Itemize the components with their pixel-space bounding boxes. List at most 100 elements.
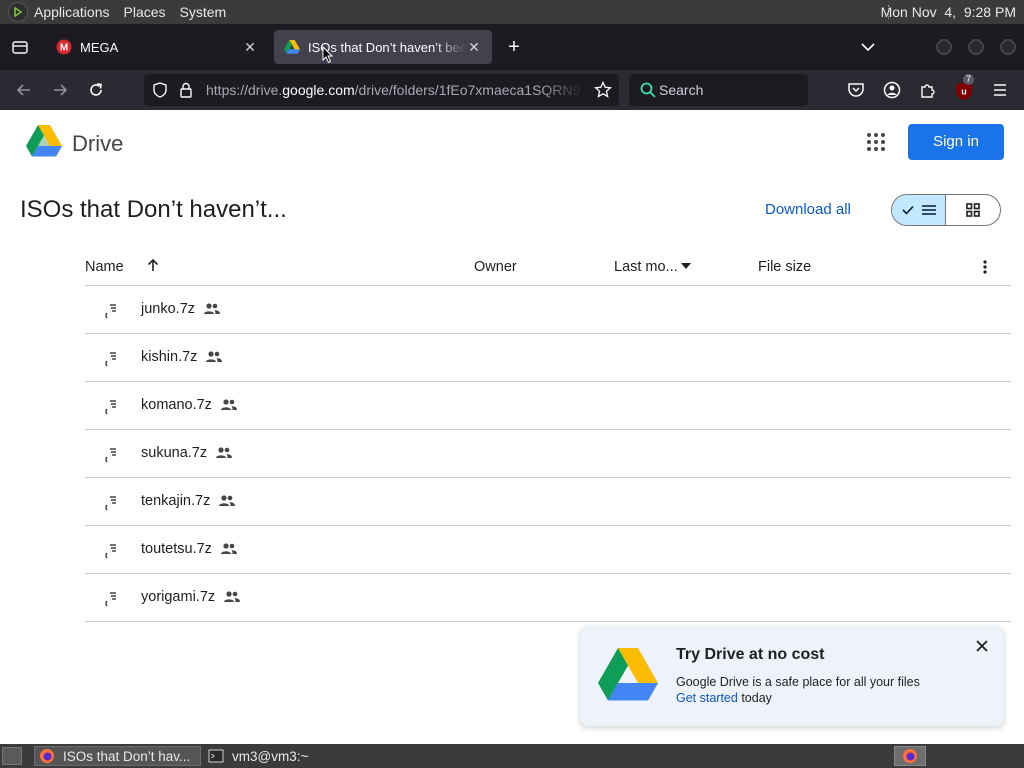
extension-badge: 7 bbox=[963, 74, 975, 85]
distro-logo-icon[interactable] bbox=[8, 2, 28, 22]
close-icon[interactable] bbox=[975, 639, 989, 653]
new-tab-button[interactable]: + bbox=[502, 35, 526, 59]
show-desktop-button[interactable] bbox=[2, 747, 22, 765]
forward-button[interactable] bbox=[48, 78, 72, 102]
plus-icon: + bbox=[508, 36, 520, 58]
navigation-bar: https://drive.google.com/drive/folders/1… bbox=[0, 70, 1024, 110]
tracking-protection-shield-icon[interactable] bbox=[152, 82, 168, 98]
taskbar-item-firefox[interactable]: ISOs that Don’t hav... bbox=[34, 746, 201, 766]
search-bar[interactable]: Search bbox=[629, 74, 808, 106]
promo-link-suffix: today bbox=[737, 691, 772, 705]
shared-people-icon bbox=[221, 399, 237, 410]
tab-list-icon bbox=[12, 41, 28, 54]
page-content: Drive Sign in ISOs that Don’t haven’t...… bbox=[0, 110, 1024, 744]
archive-file-icon bbox=[105, 352, 116, 367]
taskbar-item-label: ISOs that Don’t hav... bbox=[63, 748, 191, 764]
sign-in-button[interactable]: Sign in bbox=[908, 124, 1004, 160]
top-panel: Applications Places System Mon Nov 4, 9:… bbox=[0, 0, 1024, 24]
file-name: junko.7z bbox=[141, 301, 196, 317]
maximize-window-button[interactable] bbox=[968, 39, 984, 55]
grid-view-button[interactable] bbox=[946, 195, 1000, 225]
reload-button[interactable] bbox=[84, 78, 108, 102]
sort-ascending-arrow-icon[interactable] bbox=[145, 257, 161, 273]
applications-menu[interactable]: Applications bbox=[34, 4, 110, 20]
shared-people-icon bbox=[221, 543, 237, 554]
clock[interactable]: Mon Nov 4, 9:28 PM bbox=[881, 4, 1016, 20]
file-row[interactable]: toutetsu.7z bbox=[85, 526, 1011, 574]
try-drive-promo: Try Drive at no cost Google Drive is a s… bbox=[580, 626, 1004, 726]
promo-description: Google Drive is a safe place for all you… bbox=[676, 675, 920, 689]
bookmark-star-icon[interactable] bbox=[594, 81, 612, 99]
google-drive-logo-icon[interactable] bbox=[26, 125, 62, 158]
file-row[interactable]: tenkajin.7z bbox=[85, 478, 1011, 526]
archive-file-icon bbox=[105, 304, 116, 319]
list-view-button[interactable] bbox=[892, 195, 947, 225]
archive-file-icon bbox=[105, 448, 116, 463]
back-button[interactable] bbox=[12, 78, 36, 102]
forward-arrow-icon bbox=[54, 84, 68, 96]
chevron-down-icon[interactable] bbox=[858, 37, 878, 57]
download-all-button[interactable]: Download all bbox=[765, 201, 851, 218]
url-text[interactable]: https://drive.google.com/drive/folders/1… bbox=[206, 82, 584, 98]
hamburger-menu-icon[interactable] bbox=[990, 80, 1010, 100]
minimize-window-button[interactable] bbox=[936, 39, 952, 55]
file-name: komano.7z bbox=[141, 397, 212, 413]
ublock-origin-extension[interactable]: u 7 bbox=[953, 74, 977, 102]
places-menu[interactable]: Places bbox=[124, 4, 166, 20]
google-drive-icon bbox=[284, 40, 300, 54]
drive-product-name[interactable]: Drive bbox=[72, 131, 123, 157]
archive-file-icon bbox=[105, 400, 116, 415]
file-name: kishin.7z bbox=[141, 349, 198, 365]
workspace-switcher[interactable] bbox=[894, 746, 926, 766]
drive-header: Drive Sign in bbox=[0, 110, 1024, 174]
archive-file-icon bbox=[105, 592, 116, 607]
url-domain: google.com bbox=[282, 82, 355, 98]
tab-drive[interactable]: ISOs that Don’t haven’t bee ✕ bbox=[274, 30, 492, 64]
google-apps-grid-icon[interactable] bbox=[866, 132, 886, 152]
firefox-icon bbox=[903, 749, 917, 763]
lock-icon[interactable] bbox=[179, 82, 193, 98]
tab-strip: M MEGA ✕ ISOs that Don’t haven’t bee ✕ + bbox=[0, 24, 1024, 70]
system-menu[interactable]: System bbox=[180, 4, 227, 20]
close-window-button[interactable] bbox=[1000, 39, 1016, 55]
tab-list-button[interactable] bbox=[0, 24, 40, 70]
taskbar: ISOs that Don’t hav... vm3@vm3:~ bbox=[0, 744, 1024, 768]
firefox-icon bbox=[40, 749, 54, 763]
account-icon[interactable] bbox=[882, 80, 902, 100]
file-name: sukuna.7z bbox=[141, 445, 208, 461]
url-prefix: https://drive. bbox=[206, 82, 283, 98]
shared-people-icon bbox=[204, 303, 220, 314]
file-list-header: Name Owner Last mo... File size bbox=[85, 248, 1011, 286]
search-engine-icon bbox=[640, 82, 656, 98]
get-started-link[interactable]: Get started bbox=[676, 691, 738, 705]
close-tab-icon[interactable]: ✕ bbox=[242, 39, 258, 55]
pocket-icon[interactable] bbox=[846, 80, 866, 100]
column-last-modified[interactable]: Last mo... bbox=[614, 259, 678, 275]
mouse-cursor-icon bbox=[322, 46, 334, 64]
close-tab-icon[interactable]: ✕ bbox=[466, 39, 482, 55]
file-name: tenkajin.7z bbox=[141, 493, 211, 509]
more-vertical-icon[interactable] bbox=[979, 259, 991, 275]
caret-down-icon[interactable] bbox=[681, 263, 691, 269]
view-toggle bbox=[891, 194, 1001, 226]
search-placeholder: Search bbox=[659, 82, 704, 98]
file-row[interactable]: kishin.7z bbox=[85, 334, 1011, 382]
column-file-size[interactable]: File size bbox=[758, 259, 811, 275]
tab-mega[interactable]: M MEGA ✕ bbox=[46, 30, 268, 64]
shared-people-icon bbox=[206, 351, 222, 362]
file-name: yorigami.7z bbox=[141, 589, 216, 605]
extensions-puzzle-icon[interactable] bbox=[918, 80, 938, 100]
taskbar-item-terminal[interactable]: vm3@vm3:~ bbox=[204, 746, 334, 766]
file-row[interactable]: junko.7z bbox=[85, 286, 1011, 334]
shared-people-icon bbox=[224, 591, 240, 602]
column-name[interactable]: Name bbox=[85, 259, 124, 275]
file-name: toutetsu.7z bbox=[141, 541, 212, 557]
file-row[interactable]: komano.7z bbox=[85, 382, 1011, 430]
url-bar[interactable]: https://drive.google.com/drive/folders/1… bbox=[144, 74, 619, 106]
column-owner[interactable]: Owner bbox=[474, 259, 517, 275]
terminal-icon bbox=[208, 749, 224, 763]
file-row[interactable]: yorigami.7z bbox=[85, 574, 1011, 622]
file-row[interactable]: sukuna.7z bbox=[85, 430, 1011, 478]
archive-file-icon bbox=[105, 496, 116, 511]
url-path: /drive/folders/1fEo7xmaeca1SQRN9 bbox=[354, 82, 581, 98]
